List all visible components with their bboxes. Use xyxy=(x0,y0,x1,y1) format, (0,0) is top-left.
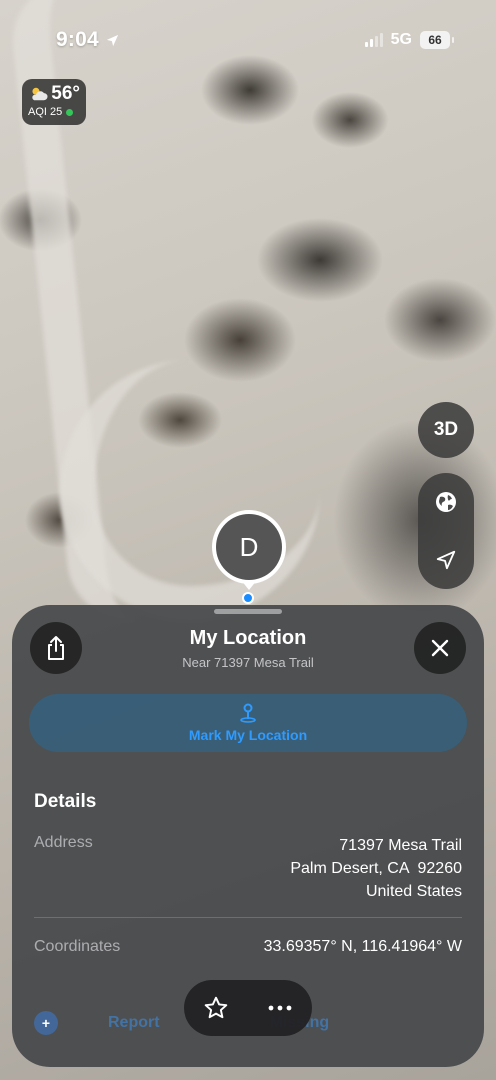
aqi-label: AQI 25 xyxy=(28,106,63,118)
globe-icon xyxy=(436,492,456,512)
weather-widget[interactable]: 56° AQI 25 xyxy=(22,79,86,125)
more-icon xyxy=(268,1005,292,1011)
more-button[interactable] xyxy=(255,983,305,1033)
pin-tail xyxy=(241,580,257,590)
address-line-3: United States xyxy=(365,883,462,900)
coordinates-label: Coordinates xyxy=(34,938,121,955)
track-location-button[interactable] xyxy=(418,532,474,588)
map-trail-curve xyxy=(60,360,320,620)
close-button[interactable] xyxy=(414,622,466,674)
details-heading: Details xyxy=(34,791,97,812)
current-location-dot xyxy=(242,592,254,604)
3d-label: 3D xyxy=(433,419,459,440)
weather-temperature: 56° xyxy=(51,83,80,104)
sheet-subtitle: Near 71397 Mesa Trail xyxy=(182,655,314,670)
sheet-grabber[interactable] xyxy=(214,609,282,614)
mark-my-location-button[interactable]: Mark My Location xyxy=(29,694,467,752)
address-label: Address xyxy=(34,834,93,851)
location-arrow-icon xyxy=(436,550,456,570)
network-type: 5G xyxy=(390,31,412,48)
details-divider xyxy=(34,917,462,918)
address-line-2: Palm Desert, CA 92260 xyxy=(290,860,462,877)
status-indicators: 5G 66 xyxy=(364,31,454,49)
address-value[interactable]: 71397 Mesa Trail Palm Desert, CA 92260 U… xyxy=(290,834,462,903)
star-icon xyxy=(204,996,228,1019)
map-style-button[interactable] xyxy=(418,474,474,530)
report-icon: + xyxy=(34,1011,58,1035)
report-label: Report xyxy=(108,1014,160,1031)
mark-my-location-label: Mark My Location xyxy=(188,727,308,743)
partly-cloudy-icon xyxy=(32,87,48,101)
pin-letter: D xyxy=(239,531,259,562)
status-time-group: 9:04 xyxy=(56,28,120,52)
map-control-stack xyxy=(418,473,474,589)
battery-level: 66 xyxy=(428,33,442,47)
location-pin[interactable]: D xyxy=(212,510,286,584)
aqi-status-dot xyxy=(66,108,74,116)
favorite-button[interactable] xyxy=(191,983,241,1033)
battery-icon: 66 xyxy=(420,31,454,49)
status-time: 9:04 xyxy=(56,28,99,51)
map-pin-icon xyxy=(240,703,256,723)
address-line-1: 71397 Mesa Trail xyxy=(339,837,462,854)
cellular-signal-icon xyxy=(364,33,383,47)
status-bar: 9:04 5G 66 xyxy=(0,0,496,80)
location-services-icon xyxy=(106,34,118,46)
3d-toggle-button[interactable]: 3D xyxy=(418,402,474,458)
action-pill xyxy=(184,980,312,1036)
coordinates-value[interactable]: 33.69357° N, 116.41964° W xyxy=(264,938,462,956)
close-icon xyxy=(431,639,449,657)
